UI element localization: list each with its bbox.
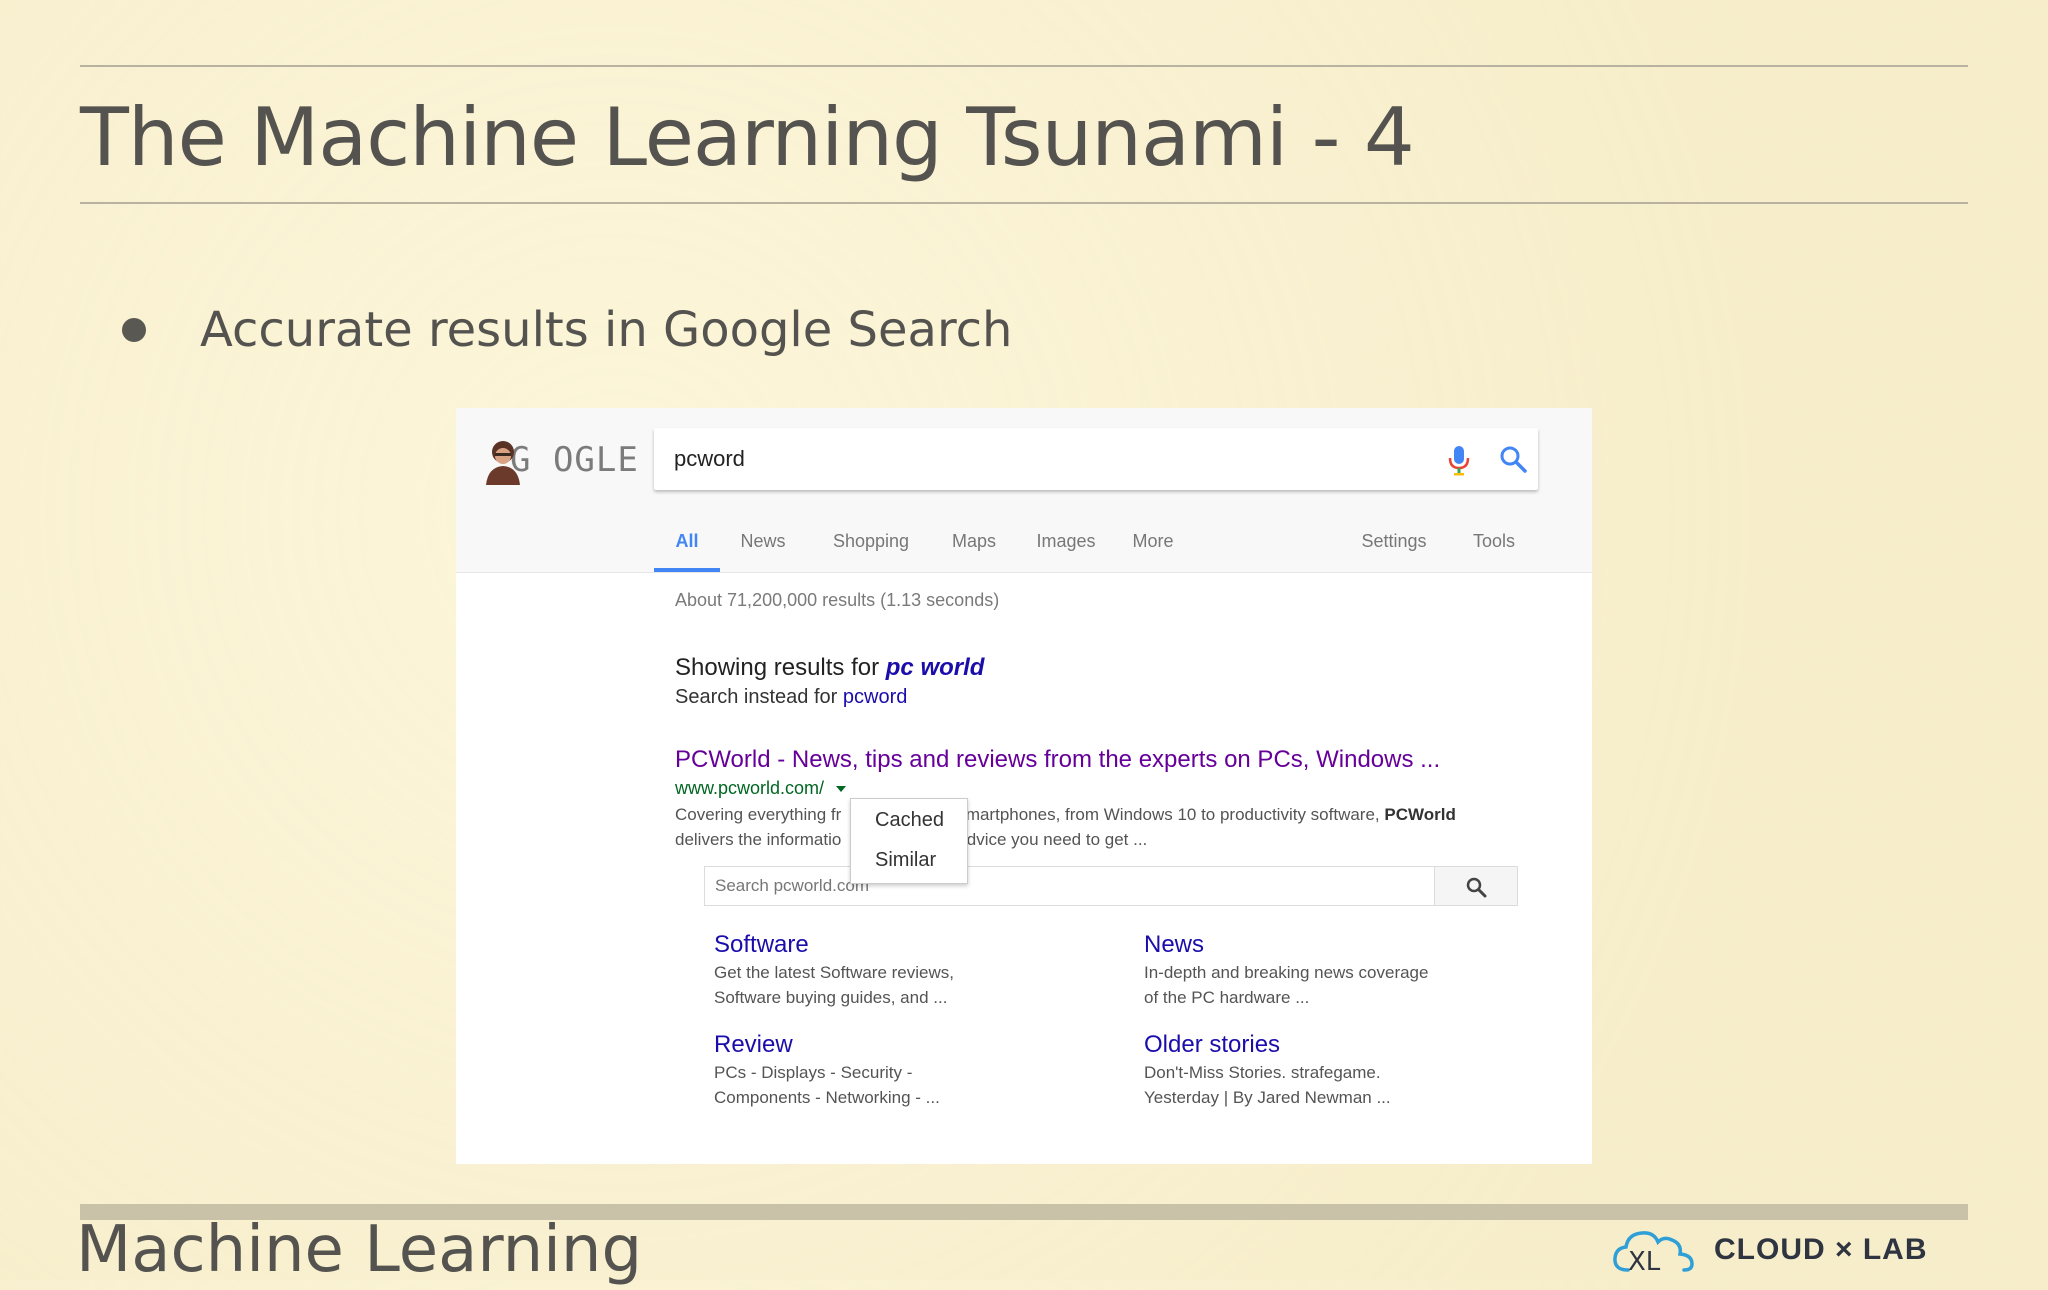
google-screenshot: G OGLE All News Shopping Maps Images Mor… <box>456 408 1592 1164</box>
microphone-icon[interactable] <box>1444 444 1474 476</box>
sitelink: Review PCs - Displays - Security - Compo… <box>714 1030 1014 1110</box>
result-title-link[interactable]: PCWorld - News, tips and reviews from th… <box>675 746 1440 774</box>
tab-images[interactable]: Images <box>1030 518 1102 572</box>
search-box <box>654 428 1538 490</box>
sitelink-desc: Get the latest Software reviews, Softwar… <box>714 963 954 1007</box>
cached-menu-item[interactable]: Cached <box>875 809 944 832</box>
tab-settings[interactable]: Settings <box>1356 518 1432 572</box>
sitelink-desc: In-depth and breaking news coverage of t… <box>1144 963 1429 1007</box>
sitelink: News In-depth and breaking news coverage… <box>1144 930 1444 1010</box>
cloud-icon: XL <box>1613 1231 1694 1276</box>
search-icon[interactable] <box>1498 444 1528 474</box>
similar-menu-item[interactable]: Similar <box>875 849 936 872</box>
url-dropdown-arrow-icon[interactable] <box>836 785 847 792</box>
slide-title: The Machine Learning Tsunami - 4 <box>80 91 1415 184</box>
sitelink-title[interactable]: News <box>1144 930 1444 960</box>
snippet-text: delivers the informatio <box>675 830 842 849</box>
spell-correction: Showing results for pc world <box>675 654 984 682</box>
doodle-portrait-icon <box>486 441 520 485</box>
brand-text: CLOUD × LAB <box>1714 1233 1928 1266</box>
search-header: G OGLE All News Shopping Maps Images Mor… <box>456 408 1592 573</box>
sitelink-desc: PCs - Displays - Security - Components -… <box>714 1063 940 1107</box>
tab-shopping[interactable]: Shopping <box>828 518 914 572</box>
result-snippet: Covering everything fr smartphones, from … <box>675 802 1535 852</box>
corrected-query-link[interactable]: pc world <box>886 654 985 681</box>
google-doodle-logo[interactable]: G OGLE <box>478 434 639 486</box>
tab-all[interactable]: All <box>654 518 720 572</box>
bullet-item: Accurate results in Google Search <box>122 290 1012 370</box>
search-tabs: All News Shopping Maps Images More Setti… <box>456 518 1592 572</box>
sitelink: Software Get the latest Software reviews… <box>714 930 1014 1010</box>
sitelink-title[interactable]: Review <box>714 1030 1014 1060</box>
snippet-text: smartphones, from Windows 10 to producti… <box>957 805 1380 824</box>
tab-more[interactable]: More <box>1124 518 1182 572</box>
site-search-button[interactable] <box>1434 867 1517 905</box>
brand-logo: XL CLOUD × LAB <box>1612 1224 1928 1276</box>
sitelink-title[interactable]: Software <box>714 930 1014 960</box>
original-query-link[interactable]: pcword <box>843 686 907 708</box>
sitelink-desc: Don't-Miss Stories. strafegame. Yesterda… <box>1144 1063 1391 1107</box>
result-stats: About 71,200,000 results (1.13 seconds) <box>675 590 1000 610</box>
snippet-text: Covering everything fr <box>675 805 842 824</box>
search-instead: Search instead for pcword <box>675 686 907 709</box>
sitelinks-search-box <box>704 866 1518 906</box>
sitelink: Older stories Don't-Miss Stories. strafe… <box>1144 1030 1444 1110</box>
top-rule <box>80 65 1968 67</box>
result-url-text: www.pcworld.com/ <box>675 778 825 798</box>
showing-prefix: Showing results for <box>675 654 880 681</box>
logo-text: G OGLE <box>510 440 639 480</box>
snippet-line-1: Covering everything fr smartphones, from … <box>675 802 1535 827</box>
bullet-text: Accurate results in Google Search <box>200 302 1013 358</box>
footer-title: Machine Learning <box>76 1213 643 1287</box>
result-options-dropdown: Cached Similar <box>850 798 968 884</box>
bullet-dot <box>122 318 146 342</box>
tab-maps[interactable]: Maps <box>946 518 1002 572</box>
instead-prefix: Search instead for <box>675 686 838 708</box>
tab-tools[interactable]: Tools <box>1466 518 1522 572</box>
search-input[interactable] <box>674 440 1434 478</box>
site-search-input[interactable] <box>715 873 1415 899</box>
snippet-line-2: delivers the informatio advice you need t… <box>675 827 1535 852</box>
sitelink-title[interactable]: Older stories <box>1144 1030 1444 1060</box>
search-icon <box>1466 877 1487 898</box>
snippet-text: advice you need to get ... <box>957 830 1148 849</box>
svg-text:XL: XL <box>1628 1247 1661 1276</box>
snippet-bold: PCWorld <box>1384 805 1456 824</box>
tab-news[interactable]: News <box>732 518 794 572</box>
title-underline <box>80 202 1968 204</box>
result-url: www.pcworld.com/ <box>675 778 847 799</box>
